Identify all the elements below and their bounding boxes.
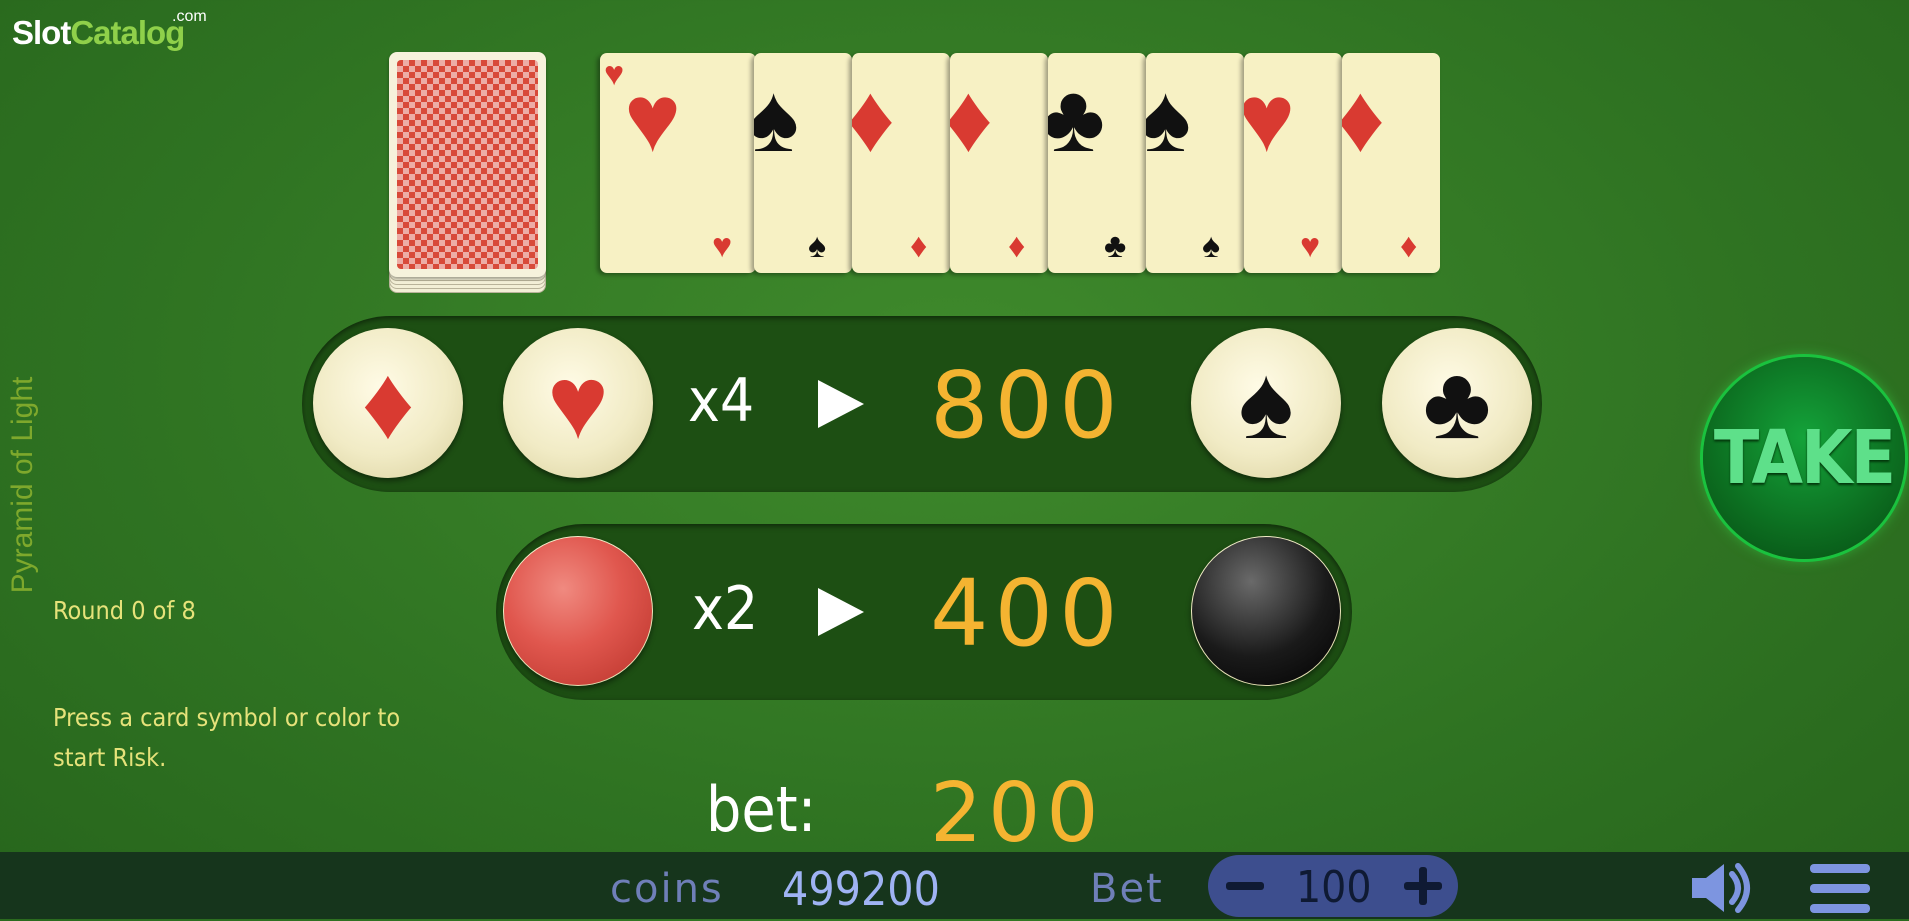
coins-label: coins xyxy=(610,866,724,912)
spade-icon: ♠ xyxy=(808,227,827,265)
plus-icon xyxy=(1419,867,1427,905)
history-card: ♥ ♥ ♥ xyxy=(600,53,756,273)
diamond-icon: ♦ xyxy=(1342,65,1385,172)
bet-decrease-button[interactable] xyxy=(1226,882,1264,890)
take-label: TAKE xyxy=(1713,415,1896,501)
club-icon: ♣ xyxy=(1048,65,1105,172)
diamond-bet-button[interactable]: ♦ xyxy=(313,328,463,478)
club-icon: ♣ xyxy=(1422,345,1492,461)
history-card: ♦ ♦ xyxy=(950,53,1048,273)
menu-button[interactable] xyxy=(1810,862,1870,916)
spade-icon: ♠ xyxy=(1238,345,1294,461)
logo-text-catalog: Catalog xyxy=(70,14,185,51)
logo-text-slot: Slot xyxy=(12,14,71,51)
diamond-icon: ♦ xyxy=(361,345,415,461)
play-arrow-icon xyxy=(818,380,864,428)
heart-icon: ♥ xyxy=(712,227,733,265)
heart-icon: ♥ xyxy=(1300,227,1321,265)
color-multiplier: x2 xyxy=(692,574,759,644)
club-bet-button[interactable]: ♣ xyxy=(1382,328,1532,478)
history-card: ♠ ♠ xyxy=(754,53,852,273)
game-title: Pyramid of Light xyxy=(6,376,39,594)
history-card: ♣ ♣ xyxy=(1048,53,1146,273)
logo-sup: .com xyxy=(172,8,207,25)
bottom-bar xyxy=(0,852,1909,919)
bet-label: bet: xyxy=(706,773,817,846)
diamond-icon: ♦ xyxy=(1008,227,1026,265)
card-back xyxy=(389,52,546,277)
play-arrow-icon xyxy=(818,588,864,636)
hint-line-1: Press a card symbol or color to xyxy=(53,703,401,732)
spade-bet-button[interactable]: ♠ xyxy=(1191,328,1341,478)
heart-icon: ♥ xyxy=(604,55,625,93)
heart-bet-button[interactable]: ♥ xyxy=(503,328,653,478)
suit-bet-bar xyxy=(302,316,1542,492)
slotcatalog-logo: SlotCatalog xyxy=(12,14,185,52)
heart-icon: ♥ xyxy=(547,345,609,461)
spade-icon: ♠ xyxy=(1202,227,1221,265)
card-deck xyxy=(389,52,546,295)
heart-icon: ♥ xyxy=(1244,65,1295,172)
history-card: ♠ ♠ xyxy=(1146,53,1244,273)
history-card: ♦ ♦ xyxy=(852,53,950,273)
red-bet-button[interactable] xyxy=(503,536,653,686)
hint-line-2: start Risk. xyxy=(53,743,167,772)
diamond-icon: ♦ xyxy=(852,65,895,172)
history-card: ♥ ♥ xyxy=(1244,53,1342,273)
club-icon: ♣ xyxy=(1104,227,1127,265)
diamond-icon: ♦ xyxy=(910,227,928,265)
history-card: ♦ ♦ xyxy=(1342,53,1440,273)
bet-increase-button[interactable] xyxy=(1396,858,1452,914)
round-counter: Round 0 of 8 xyxy=(53,596,196,625)
bet-stepper-value: 100 xyxy=(1296,862,1372,913)
suit-multiplier: x4 xyxy=(688,366,755,436)
black-bet-button[interactable] xyxy=(1191,536,1341,686)
bet-value: 200 xyxy=(930,766,1105,861)
color-win-amount: 400 xyxy=(930,560,1124,667)
suit-win-amount: 800 xyxy=(930,352,1124,459)
spade-icon: ♠ xyxy=(754,65,799,172)
coins-value: 499200 xyxy=(782,862,940,916)
speaker-icon xyxy=(1692,863,1750,913)
diamond-icon: ♦ xyxy=(1400,227,1418,265)
black-ball-icon xyxy=(1192,537,1340,685)
spade-icon: ♠ xyxy=(1146,65,1191,172)
sound-button[interactable] xyxy=(1690,860,1756,916)
take-button[interactable]: TAKE xyxy=(1703,357,1905,559)
red-ball-icon xyxy=(504,537,652,685)
bet-bar-label: Bet xyxy=(1090,866,1164,912)
diamond-icon: ♦ xyxy=(950,65,993,172)
heart-icon: ♥ xyxy=(624,65,681,172)
